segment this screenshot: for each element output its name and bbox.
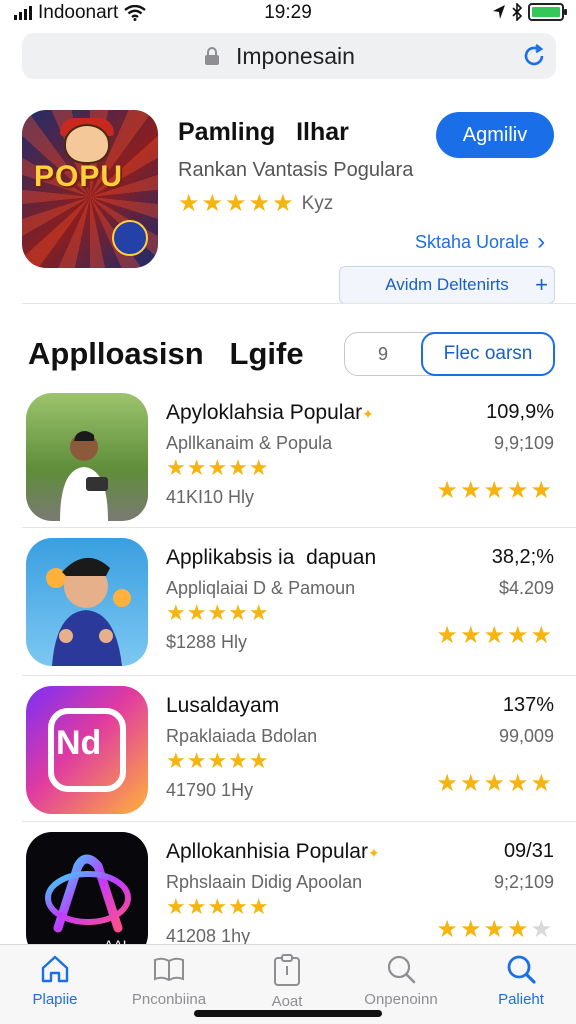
home-icon — [41, 955, 69, 983]
app-rating-count: 41KI10 Hly — [166, 487, 255, 507]
segmented-control: 9 Flec oarsn — [344, 332, 555, 376]
divider — [22, 821, 576, 822]
book-icon — [154, 957, 184, 982]
tab-label: Onpenoinn — [364, 991, 438, 1008]
app-icon: Nd — [26, 686, 148, 814]
address-bar[interactable]: Imponesain — [22, 33, 556, 79]
featured-rating-count: Kyz — [301, 193, 334, 214]
section-title: Applloasisn Lgife — [28, 336, 304, 371]
app-icon: AAI — [26, 832, 148, 960]
see-all-label: Sktaha Uorale — [415, 231, 530, 252]
app-percent: 09/31 — [503, 840, 554, 862]
chevron-right-icon: › — [537, 228, 546, 255]
app-list-item[interactable]: Nd Lusaldayam Rpaklaiada Bdolan ★★★★★ 41… — [0, 686, 576, 826]
location-icon — [493, 5, 505, 19]
app-price: $4.209 — [498, 578, 554, 598]
app-name: Applikabsis ia dapuan — [166, 546, 377, 569]
app-name: Apyloklahsia Popular✦ — [166, 401, 374, 424]
star-rating-icon: ★★★★★ — [436, 916, 554, 943]
app-subtitle: Rpaklaiada Bdolan — [166, 726, 318, 746]
tab-home[interactable]: Plapiie — [0, 953, 110, 1008]
star-rating-icon: ★★★★★ — [436, 770, 554, 797]
star-rating-icon: ★★★★★ — [436, 622, 554, 649]
app-price: 9,9;109 — [493, 433, 554, 453]
featured-app-subtitle: Rankan Vantasis Pogulara — [178, 159, 414, 181]
app-price: 99,009 — [498, 726, 554, 746]
app-rating-count: 41790 1Hy — [166, 780, 254, 800]
divider — [22, 303, 576, 304]
segment-option-left[interactable]: 9 — [345, 333, 421, 375]
badge-icon — [112, 220, 148, 256]
app-subtitle: Apllkanaim & Popula — [166, 433, 333, 453]
tab-explore[interactable]: Onpenoinn — [346, 953, 456, 1008]
tab-label: Aoat — [271, 993, 303, 1010]
app-percent: 109,9% — [486, 401, 554, 423]
clipboard-icon — [274, 954, 300, 986]
secondary-action-label: Avidm Deltenirts — [385, 275, 509, 294]
tab-label: Pnconbiina — [131, 991, 207, 1008]
reload-icon[interactable] — [520, 42, 548, 70]
app-list-item[interactable]: Apyloklahsia Popular✦ Apllkanaim & Popul… — [0, 393, 576, 533]
app-rating-count: $1288 Hly — [166, 632, 248, 652]
battery-icon — [528, 3, 567, 21]
bluetooth-icon — [512, 3, 522, 21]
app-name: Lusaldayam — [166, 694, 280, 717]
search-icon — [507, 955, 536, 984]
secondary-action-button[interactable]: Avidm Deltenirts + — [339, 266, 555, 304]
home-indicator — [194, 1010, 382, 1017]
star-rating-icon: ★★★★★ — [178, 190, 296, 217]
status-bar: Indoonart 19:29 — [0, 0, 576, 26]
tab-label: Palieht — [498, 991, 544, 1008]
segment-option-right[interactable]: Flec oarsn — [421, 332, 555, 376]
search-outline-icon — [387, 955, 416, 984]
featured-app-icon[interactable]: POPU — [22, 110, 158, 268]
neon-logo-icon: AAI — [45, 854, 131, 953]
app-name: Apllokanhisia Popular✦ — [166, 840, 380, 863]
star-rating-icon: ★★★★★ — [166, 455, 270, 480]
tab-clipboard[interactable]: Aoat — [232, 953, 342, 1010]
featured-app-title: Pamling Ilhar — [178, 118, 349, 146]
clock: 19:29 — [264, 2, 312, 23]
get-button[interactable]: Agmiliv — [436, 112, 554, 158]
lock-icon — [205, 47, 219, 65]
see-all-link[interactable]: Sktaha Uorale › — [415, 230, 545, 254]
app-list-item[interactable]: Applikabsis ia dapuan Appliqlaiai D & Pa… — [0, 538, 576, 678]
divider — [22, 527, 576, 528]
star-rating-icon: ★★★★★ — [166, 894, 270, 919]
character-icon — [46, 557, 131, 666]
plus-icon: + — [535, 272, 548, 297]
app-subtitle: Appliqlaiai D & Pamoun — [166, 578, 356, 598]
star-rating-icon: ★★★★★ — [166, 600, 270, 625]
featured-rating: ★★★★★ Kyz — [178, 192, 333, 216]
person-photo-icon — [60, 431, 108, 521]
app-percent: 137% — [502, 694, 554, 716]
app-price: 9;2;109 — [493, 872, 554, 892]
tab-label: Plapiie — [32, 991, 78, 1008]
app-icon — [26, 393, 148, 521]
status-right — [492, 3, 567, 21]
app-subtitle: Rphslaain Didig Apoolan — [166, 872, 363, 892]
url-text: Imponesain — [236, 43, 355, 69]
featured-logo-text: POPU — [34, 160, 124, 193]
divider — [22, 675, 576, 676]
star-rating-icon: ★★★★★ — [436, 477, 554, 504]
star-rating-icon: ★★★★★ — [166, 748, 270, 773]
app-icon — [26, 538, 148, 666]
tab-books[interactable]: Pnconbiina — [114, 953, 224, 1008]
tab-search[interactable]: Palieht — [466, 953, 576, 1008]
app-icon-text: Nd — [56, 724, 102, 762]
app-percent: 38,2;% — [491, 546, 554, 568]
